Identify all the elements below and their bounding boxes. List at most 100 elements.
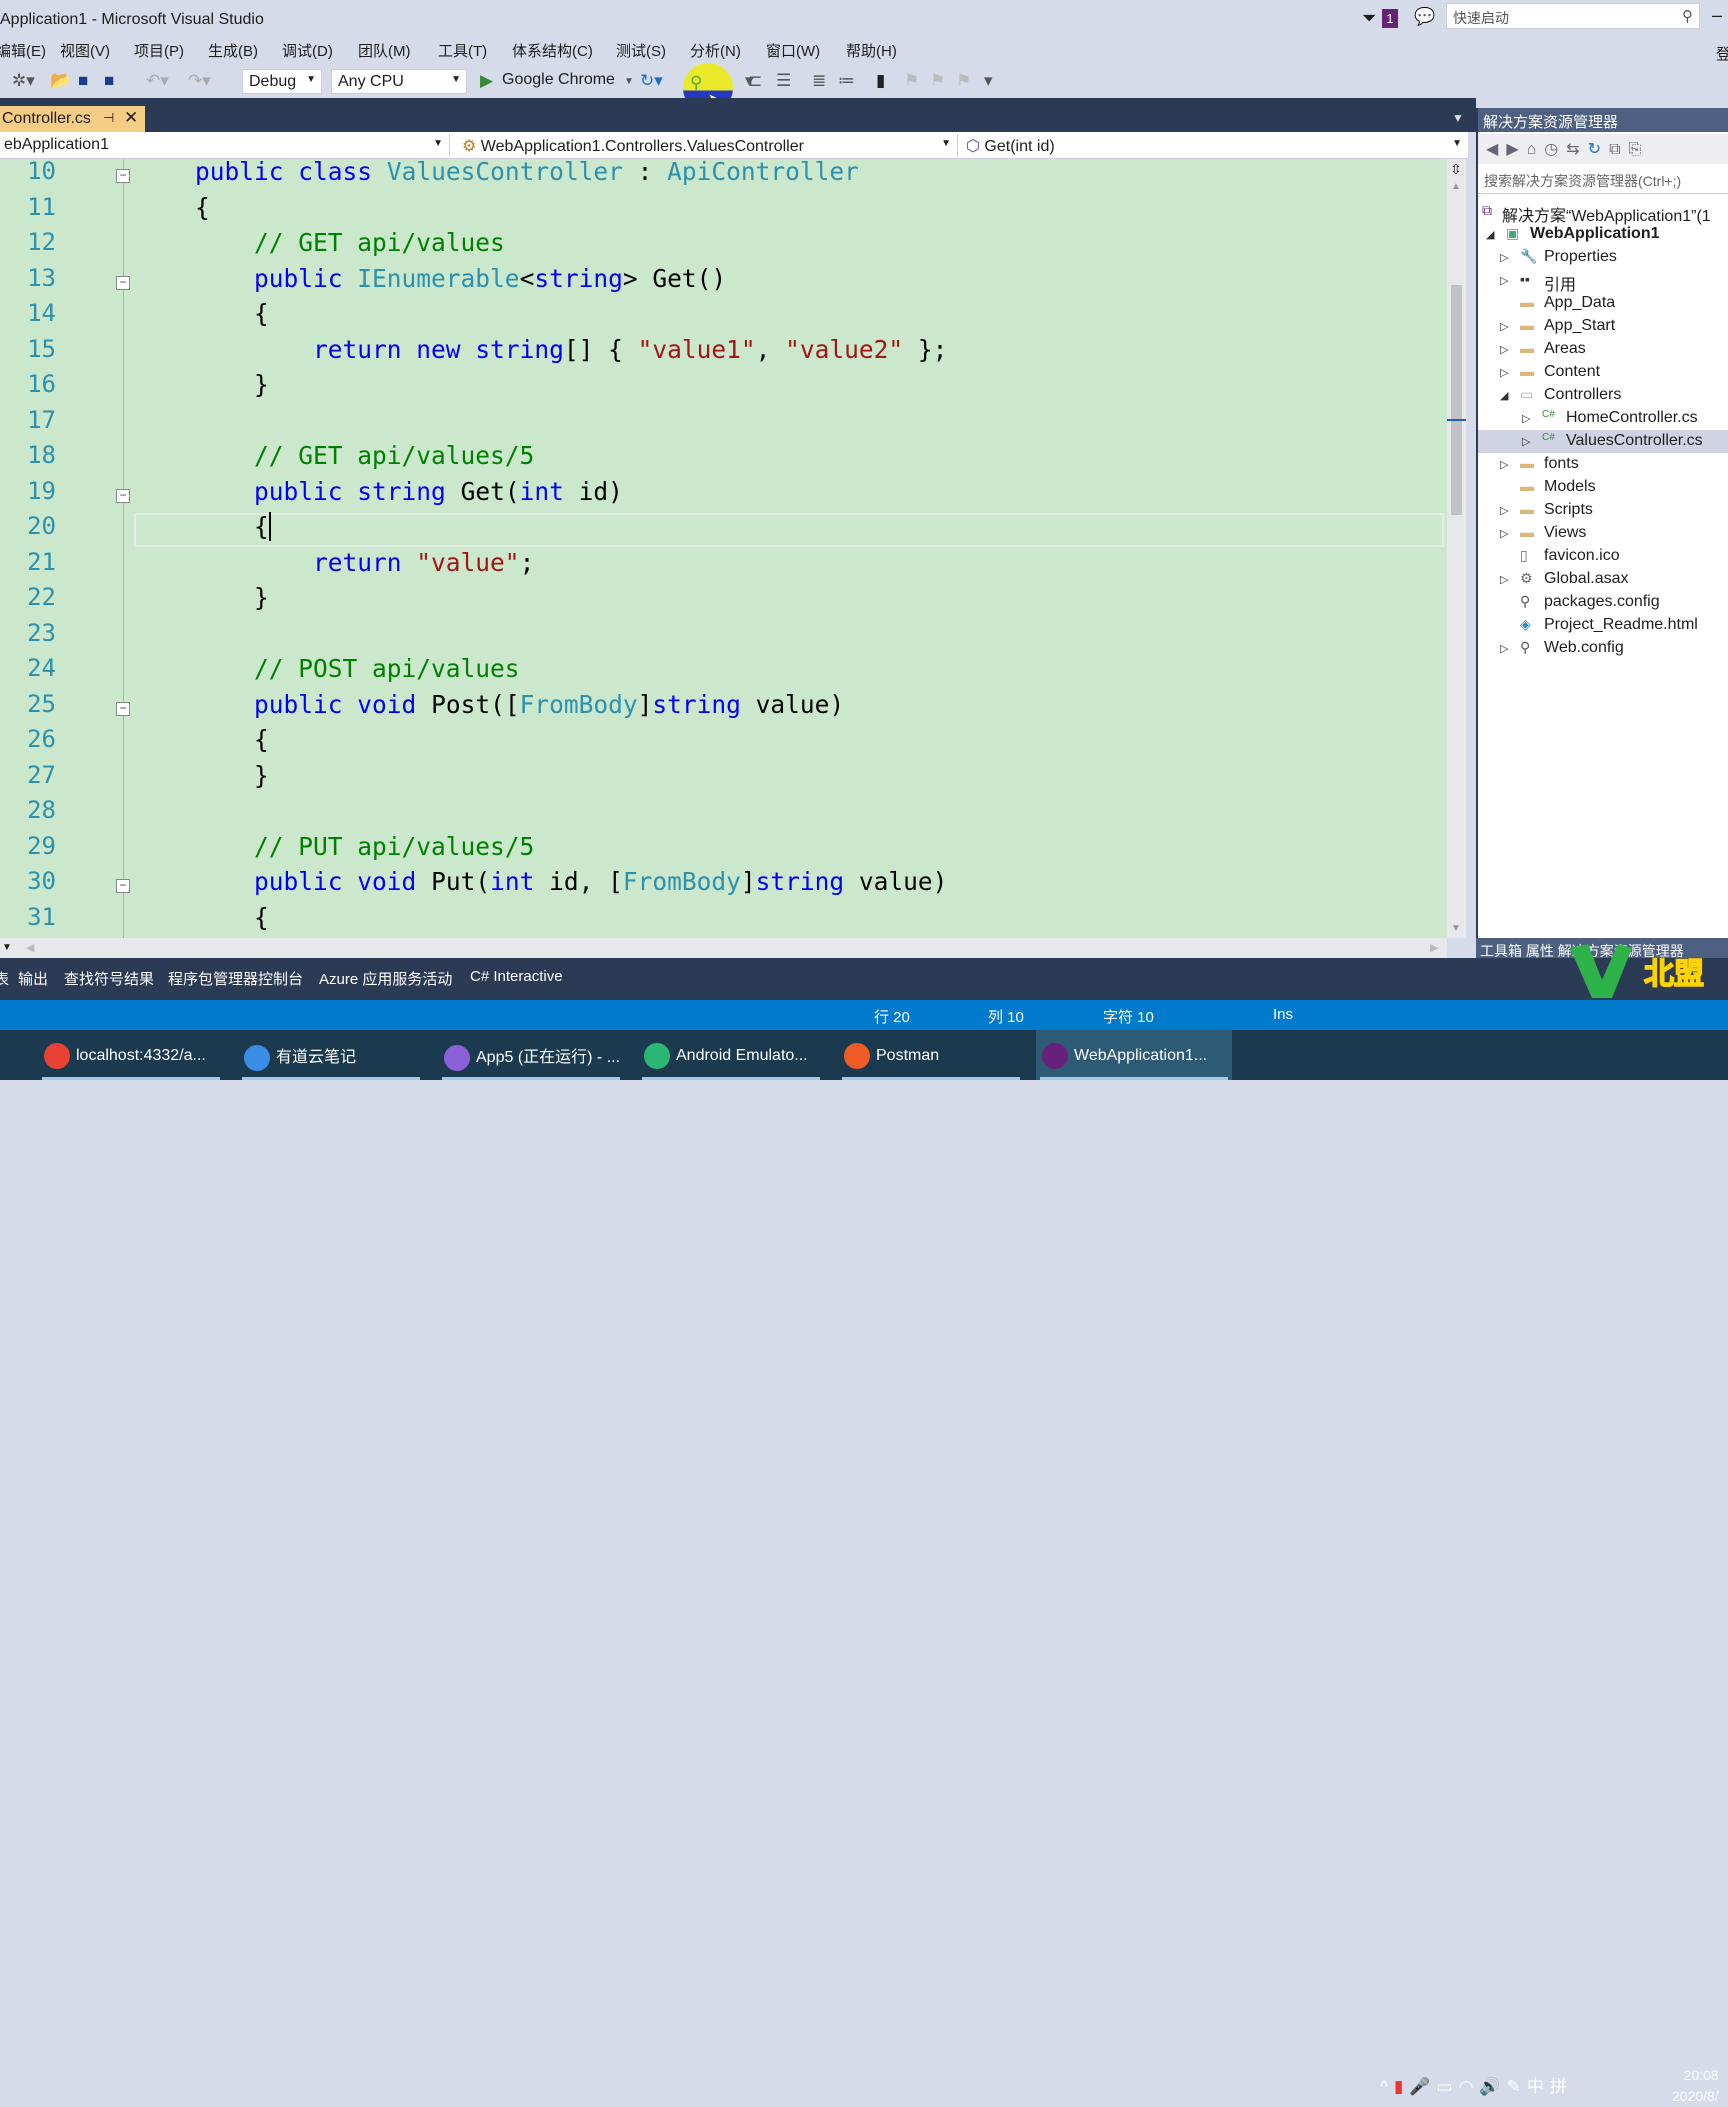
save-all-icon[interactable]: ■ <box>104 71 114 91</box>
expand-arrow-icon[interactable]: ▷ <box>1500 527 1508 540</box>
tree-item[interactable]: ⚲ packages.config <box>1478 591 1728 614</box>
menu-item[interactable]: 分析(N) <box>690 40 741 61</box>
show-files-icon[interactable]: ⎘ <box>1629 141 1650 158</box>
uncomment-icon[interactable]: ≔ <box>838 71 855 91</box>
sign-in-link[interactable]: 登 <box>1716 43 1728 64</box>
tree-item[interactable]: ▷ ▬ Content <box>1478 361 1728 384</box>
collapse-icon[interactable]: − <box>116 169 130 183</box>
expand-arrow-icon[interactable]: ▷ <box>1500 642 1508 655</box>
solution-search-input[interactable]: 搜索解决方案资源管理器(Ctrl+;) <box>1478 166 1728 194</box>
microphone-icon[interactable]: 🎤 <box>1409 2077 1436 2096</box>
battery-icon[interactable]: ▭ <box>1437 2077 1459 2096</box>
code-line[interactable]: { <box>136 193 210 222</box>
scroll-right-icon[interactable]: ▶ <box>1430 941 1438 954</box>
collapse-icon[interactable]: − <box>116 275 130 290</box>
collapse-arrow-icon[interactable]: ◢ <box>1500 389 1508 402</box>
refresh-icon[interactable]: ↻ <box>1588 141 1609 158</box>
menu-item[interactable]: 工具(T) <box>438 40 487 61</box>
forward-icon[interactable]: ▶ <box>1506 141 1526 158</box>
tree-item[interactable]: ▷ 🔧 Properties <box>1478 246 1728 269</box>
tree-item[interactable]: ▷ ▬ App_Start <box>1478 315 1728 338</box>
find-in-files-icon[interactable]: ⚲ <box>690 73 702 93</box>
bookmark-icon[interactable]: ▮ <box>876 71 885 91</box>
notification-badge[interactable]: 1 <box>1382 9 1398 28</box>
expand-arrow-icon[interactable]: ▷ <box>1500 366 1508 379</box>
taskbar-app[interactable]: 有道云笔记 <box>238 1030 424 1080</box>
pin-icon[interactable]: ⊣ <box>103 110 114 126</box>
expand-arrow-icon[interactable]: ▷ <box>1500 504 1508 517</box>
tab-list-dropdown-icon[interactable]: ▼ <box>1452 111 1464 125</box>
sync-icon[interactable]: ⇆ <box>1566 141 1587 158</box>
tree-item[interactable]: ⧉ 解决方案“WebApplication1”(1 <box>1478 200 1728 225</box>
refresh-icon[interactable]: ↻▾ <box>640 71 663 91</box>
code-line[interactable]: // POST api/values <box>136 654 520 683</box>
tab-package-manager-console[interactable]: 程序包管理器控制台 <box>168 968 303 989</box>
step-into-icon[interactable]: ⊏ <box>748 71 762 91</box>
expand-arrow-icon[interactable]: ▷ <box>1500 274 1508 287</box>
format-icon[interactable]: ☰ <box>776 71 791 91</box>
tree-item[interactable]: ▬ Models <box>1478 476 1728 499</box>
code-line[interactable]: // GET api/values/5 <box>136 441 534 470</box>
tree-item[interactable]: ▬ App_Data <box>1478 292 1728 315</box>
scroll-left-icon[interactable]: ◀ <box>26 941 34 954</box>
code-line[interactable]: public void Put(int id, [FromBody]string… <box>136 867 947 896</box>
tab-values-controller[interactable]: Controller.cs ⊣ ✕ <box>0 106 145 132</box>
home-icon[interactable]: ⌂ <box>1527 141 1545 158</box>
run-target-dropdown-icon[interactable]: ▼ <box>624 76 634 87</box>
toolbar-options-icon[interactable]: ▾ <box>984 71 993 91</box>
history-icon[interactable]: ◷ <box>1544 141 1566 158</box>
tree-item[interactable]: ◢ ▭ Controllers <box>1478 384 1728 407</box>
next-bookmark-icon[interactable]: ⚑ <box>930 71 945 91</box>
tree-item[interactable]: ▷ C# HomeController.cs <box>1478 407 1728 430</box>
open-file-icon[interactable]: 📂 <box>50 71 71 91</box>
quick-launch-input[interactable]: 快速启动 ⚲ <box>1446 3 1700 29</box>
expand-arrow-icon[interactable]: ▷ <box>1522 435 1530 448</box>
menu-item[interactable]: 视图(V) <box>60 40 110 61</box>
code-line[interactable]: public class ValuesController : ApiContr… <box>136 159 859 186</box>
feedback-icon[interactable]: 💬 <box>1414 7 1435 27</box>
tree-item[interactable]: ▷ ⚙ Global.asax <box>1478 568 1728 591</box>
tree-item[interactable]: ▷ ▬ fonts <box>1478 453 1728 476</box>
minimize-button[interactable]: – <box>1712 5 1722 26</box>
tree-item[interactable]: ▯ favicon.ico <box>1478 545 1728 568</box>
clock[interactable]: 20:08 2020/8/ <box>1672 2065 1719 2107</box>
code-line[interactable]: public string Get(int id) <box>136 477 623 506</box>
tree-item[interactable]: ▷ ▬ Scripts <box>1478 499 1728 522</box>
platform-select[interactable]: Any CPU ▼ <box>331 69 467 94</box>
collapse-icon[interactable]: − <box>116 701 130 716</box>
collapse-all-icon[interactable]: ⧉ <box>1609 141 1628 158</box>
scroll-up-icon[interactable]: ▲ <box>1451 181 1461 192</box>
menu-item[interactable]: 项目(P) <box>134 40 184 61</box>
tree-item[interactable]: ▷ C# ValuesController.cs <box>1478 430 1728 453</box>
tab-find-symbol-results[interactable]: 查找符号结果 <box>64 968 154 989</box>
horizontal-scrollbar[interactable]: ▼ ◀ ▶ <box>0 938 1447 958</box>
collapse-icon[interactable]: − <box>116 879 130 893</box>
project-dropdown[interactable]: ebApplication1 ▼ <box>0 134 450 157</box>
code-line[interactable]: { <box>136 903 269 932</box>
taskbar-app[interactable]: Android Emulato... <box>638 1030 824 1080</box>
redo-icon[interactable]: ↷▾ <box>188 71 211 91</box>
taskbar-app[interactable]: WebApplication1... <box>1036 1030 1232 1080</box>
code-line[interactable]: return "value"; <box>136 548 534 577</box>
prev-bookmark-icon[interactable]: ⚑ <box>904 71 919 91</box>
menu-item[interactable]: 测试(S) <box>616 40 666 61</box>
clear-bookmarks-icon[interactable]: ⚑ <box>956 71 971 91</box>
scroll-down-icon[interactable]: ▼ <box>1451 923 1461 934</box>
code-line[interactable]: { <box>136 725 269 754</box>
configuration-select[interactable]: Debug ▼ <box>242 69 322 94</box>
ime-mode-icon[interactable]: 拼 <box>1550 2077 1573 2096</box>
tab-output[interactable]: 输出 <box>18 968 48 989</box>
vertical-scrollbar[interactable]: ⇳ ▲ ▼ <box>1447 159 1466 938</box>
zoom-dropdown-icon[interactable]: ▼ <box>2 942 12 953</box>
expand-arrow-icon[interactable]: ▷ <box>1500 573 1508 586</box>
properties-tab[interactable]: 属性 <box>1526 943 1554 959</box>
code-line[interactable]: { <box>136 299 269 328</box>
collapse-arrow-icon[interactable]: ◢ <box>1486 228 1494 241</box>
tab-error-list[interactable]: 表 <box>0 968 9 989</box>
tree-item[interactable]: ◢ ▣ WebApplication1 <box>1478 223 1728 246</box>
menu-item[interactable]: 调试(D) <box>282 40 333 61</box>
tab-azure-activity[interactable]: Azure 应用服务活动 <box>319 968 452 989</box>
tree-item[interactable]: ▷ ▬ Views <box>1478 522 1728 545</box>
tree-item[interactable]: ◈ Project_Readme.html <box>1478 614 1728 637</box>
show-hidden-icons[interactable]: ^ <box>1380 2077 1394 2096</box>
